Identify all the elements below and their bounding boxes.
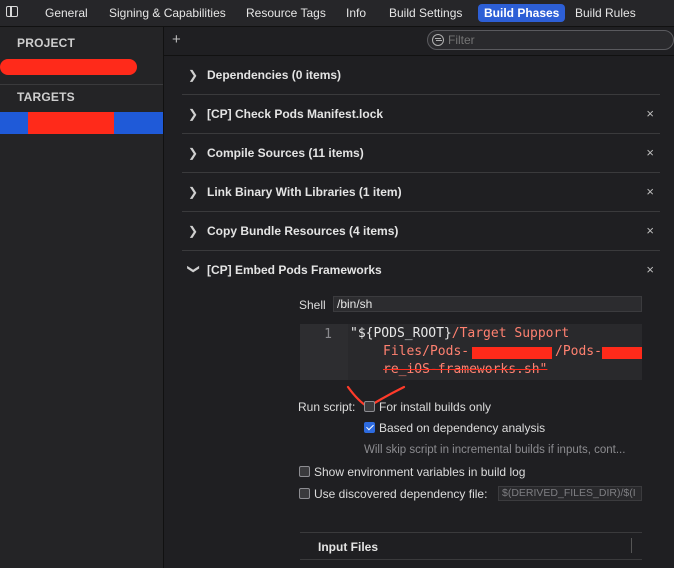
phase-title: [CP] Embed Pods Frameworks [207, 263, 382, 277]
filter-icon [432, 34, 444, 46]
phase-dependencies[interactable]: ❯ Dependencies (0 items) [182, 56, 660, 95]
script-variable: "${PODS_ROOT} [350, 326, 452, 341]
chevron-down-icon[interactable]: ❯ [187, 264, 201, 276]
phase-title: Copy Bundle Resources (4 items) [207, 224, 399, 238]
redacted-script-segment [602, 347, 642, 359]
dependency-file-field[interactable]: $(DERIVED_FILES_DIR)/$(I [498, 486, 642, 501]
use-dependency-file-checkbox[interactable] [299, 488, 310, 499]
remove-phase-icon[interactable]: × [646, 106, 654, 121]
chevron-right-icon[interactable]: ❯ [188, 147, 200, 159]
script-string: Files/Pods- [383, 344, 470, 359]
phase-title: Dependencies (0 items) [207, 68, 342, 82]
filter-input[interactable] [448, 33, 658, 47]
script-string: re_iOS-frameworks.sh" [383, 362, 548, 377]
redacted-target-name [28, 112, 114, 134]
phase-compile-sources[interactable]: ❯ Compile Sources (11 items) × [182, 134, 660, 173]
dependency-analysis-checkbox[interactable] [364, 422, 375, 433]
use-dependency-file-label: Use discovered dependency file: [314, 487, 488, 501]
script-string: /Pods- [555, 344, 602, 359]
phase-check-pods-manifest[interactable]: ❯ [CP] Check Pods Manifest.lock × [182, 95, 660, 134]
project-section-header: PROJECT [17, 36, 76, 50]
shell-field[interactable]: /bin/sh [333, 296, 642, 312]
script-editor[interactable]: 1 "${PODS_ROOT}/Target Support Files/Pod… [300, 324, 642, 380]
build-phases-editor: + ❯ Dependencies (0 items) ❯ [CP] Check … [164, 27, 674, 568]
selected-target-row[interactable] [0, 112, 163, 134]
redacted-project-name[interactable] [0, 59, 137, 75]
phase-title: Link Binary With Libraries (1 item) [207, 185, 402, 199]
tab-signing-capabilities[interactable]: Signing & Capabilities [109, 5, 226, 21]
editor-tab-bar: General Signing & Capabilities Resource … [0, 0, 674, 27]
remove-phase-icon[interactable]: × [646, 145, 654, 160]
dependency-analysis-label: Based on dependency analysis [379, 421, 546, 435]
show-env-vars-checkbox[interactable] [299, 466, 310, 477]
phase-title: Compile Sources (11 items) [207, 146, 364, 160]
chevron-right-icon[interactable]: ❯ [188, 186, 200, 198]
column-separator [631, 538, 632, 553]
script-line-2b: /Pods- [555, 343, 602, 361]
project-navigator-sidebar: PROJECT TARGETS [0, 27, 164, 568]
chevron-right-icon[interactable]: ❯ [188, 225, 200, 237]
chevron-right-icon[interactable]: ❯ [188, 69, 200, 81]
show-env-vars-label: Show environment variables in build log [314, 465, 526, 479]
for-install-builds-checkbox[interactable] [364, 401, 375, 412]
remove-phase-icon[interactable]: × [646, 184, 654, 199]
input-files-label: Input Files [318, 540, 378, 554]
run-script-label: Run script: [298, 400, 356, 414]
tab-build-rules[interactable]: Build Rules [575, 5, 636, 21]
script-line-1: "${PODS_ROOT}/Target Support [350, 325, 569, 343]
redacted-script-segment [472, 347, 552, 359]
phase-copy-bundle-resources[interactable]: ❯ Copy Bundle Resources (4 items) × [182, 212, 660, 251]
dependency-analysis-hint: Will skip script in incremental builds i… [364, 444, 626, 456]
shell-label: Shell [299, 298, 326, 312]
remove-phase-icon[interactable]: × [646, 262, 654, 277]
phase-link-binary[interactable]: ❯ Link Binary With Libraries (1 item) × [182, 173, 660, 212]
input-files-header[interactable]: Input Files [300, 532, 642, 560]
add-phase-button[interactable]: + [172, 31, 181, 48]
tab-general[interactable]: General [45, 5, 88, 21]
remove-phase-icon[interactable]: × [646, 223, 654, 238]
filter-field[interactable] [427, 30, 674, 50]
script-string: /Target Support [451, 326, 570, 341]
tab-resource-tags[interactable]: Resource Tags [246, 5, 326, 21]
phase-embed-pods-frameworks[interactable]: ❯ [CP] Embed Pods Frameworks × [182, 251, 660, 289]
line-number-gutter: 1 [300, 324, 348, 380]
line-number: 1 [324, 327, 332, 342]
script-line-2: Files/Pods- [383, 343, 469, 361]
phase-title: [CP] Check Pods Manifest.lock [207, 107, 384, 121]
sidebar-toggle-icon[interactable] [6, 6, 18, 17]
tab-build-phases[interactable]: Build Phases [478, 4, 566, 22]
tab-info[interactable]: Info [346, 5, 366, 21]
targets-section-header: TARGETS [17, 90, 75, 104]
sidebar-divider [0, 84, 163, 85]
tab-build-settings[interactable]: Build Settings [389, 5, 462, 21]
script-line-3: re_iOS-frameworks.sh" [383, 361, 547, 379]
chevron-right-icon[interactable]: ❯ [188, 108, 200, 120]
for-install-builds-label: For install builds only [379, 400, 492, 414]
